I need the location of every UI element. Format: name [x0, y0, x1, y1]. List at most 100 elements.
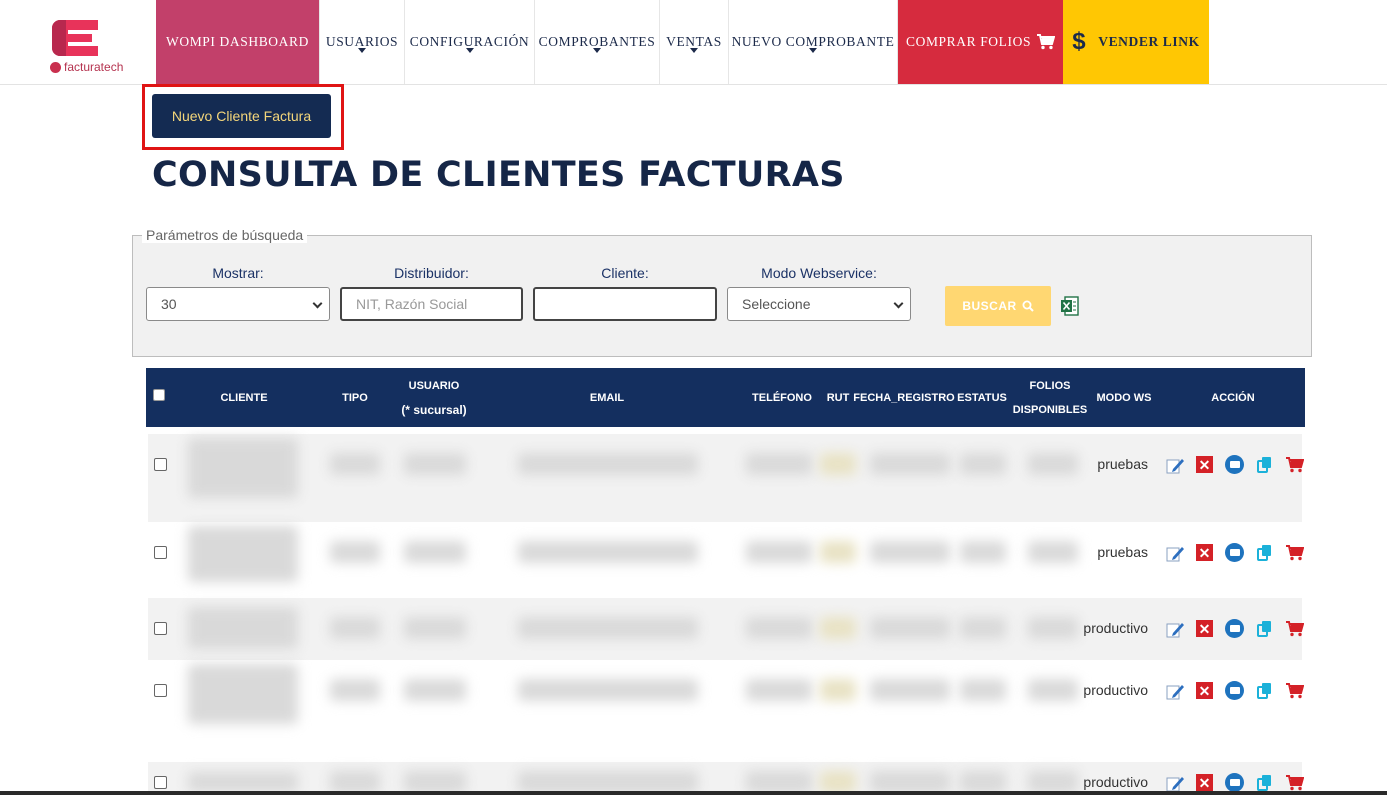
email-icon[interactable]	[1224, 618, 1245, 639]
redacted-cell	[960, 453, 1006, 475]
redacted-cell	[746, 453, 812, 475]
header-email[interactable]: EMAIL	[566, 368, 648, 427]
header-fecha-registro[interactable]: FECHA_REGISTRO	[853, 368, 954, 427]
menu-item-configuracion[interactable]: CONFIGURACIÓN	[405, 0, 535, 84]
redacted-cell	[330, 771, 380, 793]
menu-vender-link-label: VENDER LINK	[1098, 34, 1200, 49]
cart-icon[interactable]	[1284, 618, 1305, 639]
brand-logo[interactable]: facturatech	[48, 18, 158, 78]
menu-item-ventas[interactable]: VENTAS	[660, 0, 729, 84]
table-row: productivo ✕	[148, 660, 1305, 762]
copy-icon[interactable]	[1254, 772, 1275, 793]
cart-icon[interactable]	[1284, 454, 1305, 475]
redacted-cell	[404, 453, 466, 475]
redacted-cell	[188, 664, 298, 724]
header-usuario[interactable]: USUARIO (* sucursal)	[392, 368, 476, 427]
menu-item-dashboard[interactable]: DASHBOARD	[220, 34, 309, 50]
edit-icon[interactable]	[1164, 454, 1185, 475]
buscar-button[interactable]: BUSCAR	[945, 286, 1051, 326]
cart-icon	[1037, 34, 1055, 50]
row-actions: ✕	[1164, 618, 1305, 639]
menu-item-usuarios[interactable]: USUARIOS	[320, 0, 405, 84]
distribuidor-input[interactable]: NIT, Razón Social	[340, 287, 523, 321]
email-icon[interactable]	[1224, 542, 1245, 563]
edit-icon[interactable]	[1164, 542, 1185, 563]
redacted-cell	[404, 617, 466, 639]
edit-icon[interactable]	[1164, 618, 1185, 639]
row-checkbox[interactable]	[154, 776, 167, 789]
menu-item-vender-link[interactable]: $ VENDER LINK	[1063, 0, 1209, 84]
main-menu: WOMPI DASHBOARD USUARIOS CONFIGURACIÓN C…	[156, 0, 1209, 85]
header-telefono[interactable]: TELÉFONO	[748, 368, 816, 427]
modo-webservice-label: Modo Webservice:	[761, 265, 877, 281]
clients-table-header: CLIENTE TIPO USUARIO (* sucursal) EMAIL …	[146, 368, 1305, 427]
redacted-cell	[960, 617, 1006, 639]
redacted-cell	[746, 679, 812, 701]
header-estatus[interactable]: ESTATUS	[956, 368, 1008, 427]
delete-icon[interactable]: ✕	[1194, 772, 1215, 793]
chevron-down-icon	[893, 298, 904, 309]
header-usuario-label: USUARIO	[408, 379, 460, 392]
copy-icon[interactable]	[1254, 542, 1275, 563]
caret-down-icon	[358, 48, 366, 53]
row-actions: ✕	[1164, 542, 1305, 563]
row-checkbox[interactable]	[154, 546, 167, 559]
menu-comprar-folios-label: COMPRAR FOLIOS	[906, 34, 1032, 49]
header-tipo[interactable]: TIPO	[334, 368, 376, 427]
excel-export-icon[interactable]	[1060, 296, 1080, 316]
redacted-cell	[870, 617, 950, 639]
cart-icon[interactable]	[1284, 542, 1305, 563]
redacted-cell	[820, 679, 856, 701]
copy-icon[interactable]	[1254, 454, 1275, 475]
modo-webservice-value: Seleccione	[742, 296, 811, 312]
logo-dot-icon	[50, 62, 61, 73]
copy-icon[interactable]	[1254, 618, 1275, 639]
mostrar-select[interactable]: 30	[146, 287, 330, 321]
buscar-label: BUSCAR	[962, 299, 1017, 313]
search-legend: Parámetros de búsqueda	[142, 227, 308, 243]
row-checkbox[interactable]	[154, 684, 167, 697]
modo-webservice-select[interactable]: Seleccione	[727, 287, 911, 321]
header-usuario-sub: (* sucursal)	[401, 402, 467, 417]
email-icon[interactable]	[1224, 772, 1245, 793]
modo-ws-value: pruebas	[1097, 544, 1148, 560]
cart-icon[interactable]	[1284, 680, 1305, 701]
row-actions: ✕	[1164, 772, 1305, 793]
menu-item-nuevo-comprobante[interactable]: NUEVO COMPROBANTE	[729, 0, 898, 84]
delete-icon[interactable]: ✕	[1194, 680, 1215, 701]
copy-icon[interactable]	[1254, 680, 1275, 701]
menu-item-wompi[interactable]: WOMPI	[166, 34, 216, 50]
header-rut[interactable]: RUT	[824, 368, 852, 427]
edit-icon[interactable]	[1164, 680, 1185, 701]
header-folios[interactable]: FOLIOS DISPONIBLES	[1012, 368, 1088, 427]
email-icon[interactable]	[1224, 680, 1245, 701]
row-actions: ✕	[1164, 680, 1305, 701]
header-folios-sub: DISPONIBLES	[1012, 403, 1088, 416]
cart-icon[interactable]	[1284, 772, 1305, 793]
row-checkbox[interactable]	[154, 622, 167, 635]
header-cliente[interactable]: CLIENTE	[204, 368, 284, 427]
new-client-button[interactable]: Nuevo Cliente Factura	[152, 94, 331, 138]
delete-icon[interactable]: ✕	[1194, 618, 1215, 639]
menu-item-comprar-folios[interactable]: COMPRAR FOLIOS	[898, 0, 1063, 84]
redacted-cell	[188, 772, 298, 792]
facturatech-logo-icon	[52, 20, 98, 56]
delete-icon[interactable]: ✕	[1194, 454, 1215, 475]
redacted-cell	[746, 771, 812, 793]
email-icon[interactable]	[1224, 454, 1245, 475]
redacted-cell	[870, 679, 950, 701]
modo-ws-value: productivo	[1083, 682, 1148, 698]
row-checkbox[interactable]	[154, 458, 167, 471]
dollar-icon: $	[1072, 28, 1087, 55]
select-all-checkbox[interactable]	[153, 389, 165, 401]
menu-item-comprobantes[interactable]: COMPROBANTES	[535, 0, 660, 84]
redacted-cell	[960, 541, 1006, 563]
cliente-input[interactable]	[533, 287, 717, 321]
header-accion: ACCIÓN	[1211, 391, 1255, 404]
delete-icon[interactable]: ✕	[1194, 542, 1215, 563]
header-modo-ws[interactable]: MODO WS	[1094, 368, 1154, 427]
redacted-cell	[960, 771, 1006, 793]
edit-icon[interactable]	[1164, 772, 1185, 793]
redacted-cell	[870, 771, 950, 793]
header-folios-label: FOLIOS	[1029, 379, 1071, 392]
